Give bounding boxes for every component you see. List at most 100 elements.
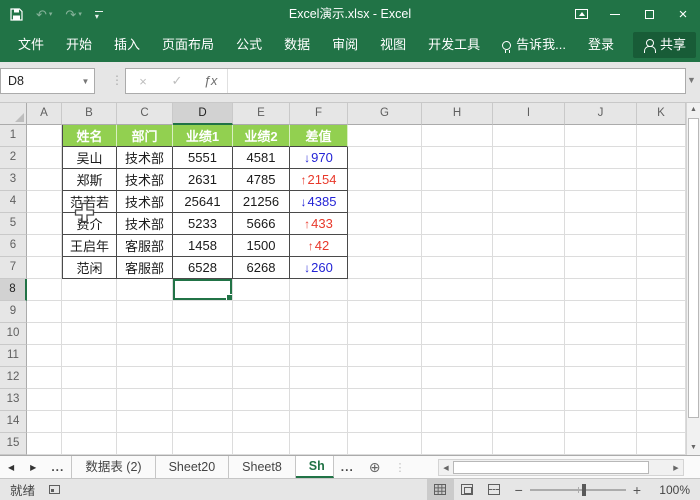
cell-C12[interactable]: [117, 367, 173, 389]
cancel-icon[interactable]: ×: [126, 74, 160, 89]
cell-C9[interactable]: [117, 301, 173, 323]
column-header-K[interactable]: K: [637, 103, 686, 125]
cell-E5[interactable]: 5666: [233, 213, 290, 235]
ribbon-tab-页面布局[interactable]: 页面布局: [151, 28, 225, 62]
cell-G3[interactable]: [348, 169, 422, 191]
new-sheet-icon[interactable]: ⊕: [361, 459, 389, 476]
name-box-dropdown-icon[interactable]: ▼: [77, 77, 94, 86]
cell-G6[interactable]: [348, 235, 422, 257]
cell-K6[interactable]: [637, 235, 686, 257]
cell-F8[interactable]: [290, 279, 348, 301]
cell-K4[interactable]: [637, 191, 686, 213]
cell-J5[interactable]: [565, 213, 637, 235]
cell-D15[interactable]: [173, 433, 233, 455]
cell-B6[interactable]: 王启年: [62, 235, 117, 257]
cell-A13[interactable]: [27, 389, 62, 411]
enter-check-icon[interactable]: ✓: [160, 73, 194, 89]
cell-I9[interactable]: [493, 301, 565, 323]
cell-H15[interactable]: [422, 433, 493, 455]
row-header-12[interactable]: 12: [0, 367, 27, 389]
row-header-5[interactable]: 5: [0, 213, 27, 235]
cell-I7[interactable]: [493, 257, 565, 279]
cell-J2[interactable]: [565, 147, 637, 169]
page-layout-view-button[interactable]: [454, 479, 481, 500]
cell-K1[interactable]: [637, 125, 686, 147]
cell-C7[interactable]: 客服部: [117, 257, 173, 279]
cell-B15[interactable]: [62, 433, 117, 455]
minimize-button[interactable]: [598, 0, 632, 28]
zoom-level[interactable]: 100%: [654, 483, 690, 497]
cell-A5[interactable]: [27, 213, 62, 235]
cell-G9[interactable]: [348, 301, 422, 323]
cell-F2[interactable]: ↓ 970: [290, 147, 348, 169]
row-header-7[interactable]: 7: [0, 257, 27, 279]
cell-E7[interactable]: 6268: [233, 257, 290, 279]
cell-E4[interactable]: 21256: [233, 191, 290, 213]
cell-F15[interactable]: [290, 433, 348, 455]
select-all-corner[interactable]: [0, 103, 27, 125]
zoom-slider-thumb[interactable]: [581, 483, 586, 496]
cell-D4[interactable]: 25641: [173, 191, 233, 213]
cell-A6[interactable]: [27, 235, 62, 257]
cell-E10[interactable]: [233, 323, 290, 345]
name-box[interactable]: D8 ▼: [0, 68, 95, 94]
cell-K13[interactable]: [637, 389, 686, 411]
ribbon-tab-登录[interactable]: 登录: [577, 28, 625, 62]
ribbon-tab-开发工具[interactable]: 开发工具: [417, 28, 491, 62]
row-header-9[interactable]: 9: [0, 301, 27, 323]
cell-B8[interactable]: [62, 279, 117, 301]
row-header-13[interactable]: 13: [0, 389, 27, 411]
cell-C6[interactable]: 客服部: [117, 235, 173, 257]
cell-E8[interactable]: [233, 279, 290, 301]
cell-I2[interactable]: [493, 147, 565, 169]
cell-J9[interactable]: [565, 301, 637, 323]
cell-D9[interactable]: [173, 301, 233, 323]
cell-B13[interactable]: [62, 389, 117, 411]
scroll-right-icon[interactable]: ▶: [669, 464, 683, 472]
cell-C4[interactable]: 技术部: [117, 191, 173, 213]
cell-A15[interactable]: [27, 433, 62, 455]
column-header-E[interactable]: E: [233, 103, 290, 125]
cell-I4[interactable]: [493, 191, 565, 213]
cell-H12[interactable]: [422, 367, 493, 389]
sheet-nav-left-icon[interactable]: ◀: [0, 463, 22, 472]
cell-C8[interactable]: [117, 279, 173, 301]
cell-F14[interactable]: [290, 411, 348, 433]
cell-C14[interactable]: [117, 411, 173, 433]
zoom-slider[interactable]: [529, 483, 626, 496]
scroll-left-icon[interactable]: ◀: [439, 464, 453, 472]
row-header-15[interactable]: 15: [0, 433, 27, 455]
cell-K7[interactable]: [637, 257, 686, 279]
cell-F13[interactable]: [290, 389, 348, 411]
maximize-button[interactable]: [632, 0, 666, 28]
cell-G7[interactable]: [348, 257, 422, 279]
cell-K12[interactable]: [637, 367, 686, 389]
cell-D5[interactable]: 5233: [173, 213, 233, 235]
cell-D13[interactable]: [173, 389, 233, 411]
cell-K15[interactable]: [637, 433, 686, 455]
cell-K9[interactable]: [637, 301, 686, 323]
cell-H7[interactable]: [422, 257, 493, 279]
scroll-down-icon[interactable]: ▼: [687, 441, 700, 455]
cell-D12[interactable]: [173, 367, 233, 389]
cell-A9[interactable]: [27, 301, 62, 323]
cell-H1[interactable]: [422, 125, 493, 147]
cell-B9[interactable]: [62, 301, 117, 323]
cell-K10[interactable]: [637, 323, 686, 345]
cell-C10[interactable]: [117, 323, 173, 345]
row-header-10[interactable]: 10: [0, 323, 27, 345]
ribbon-tab-告诉我[interactable]: 告诉我...: [491, 28, 577, 62]
cell-B12[interactable]: [62, 367, 117, 389]
cell-J14[interactable]: [565, 411, 637, 433]
cell-C11[interactable]: [117, 345, 173, 367]
cell-D7[interactable]: 6528: [173, 257, 233, 279]
cell-H10[interactable]: [422, 323, 493, 345]
sheet-nav-right-icon[interactable]: ▶: [22, 463, 44, 472]
ribbon-display-options-button[interactable]: [564, 0, 598, 28]
cell-G2[interactable]: [348, 147, 422, 169]
cell-G1[interactable]: [348, 125, 422, 147]
cell-G13[interactable]: [348, 389, 422, 411]
cell-H5[interactable]: [422, 213, 493, 235]
save-icon[interactable]: [10, 7, 23, 21]
cell-I11[interactable]: [493, 345, 565, 367]
